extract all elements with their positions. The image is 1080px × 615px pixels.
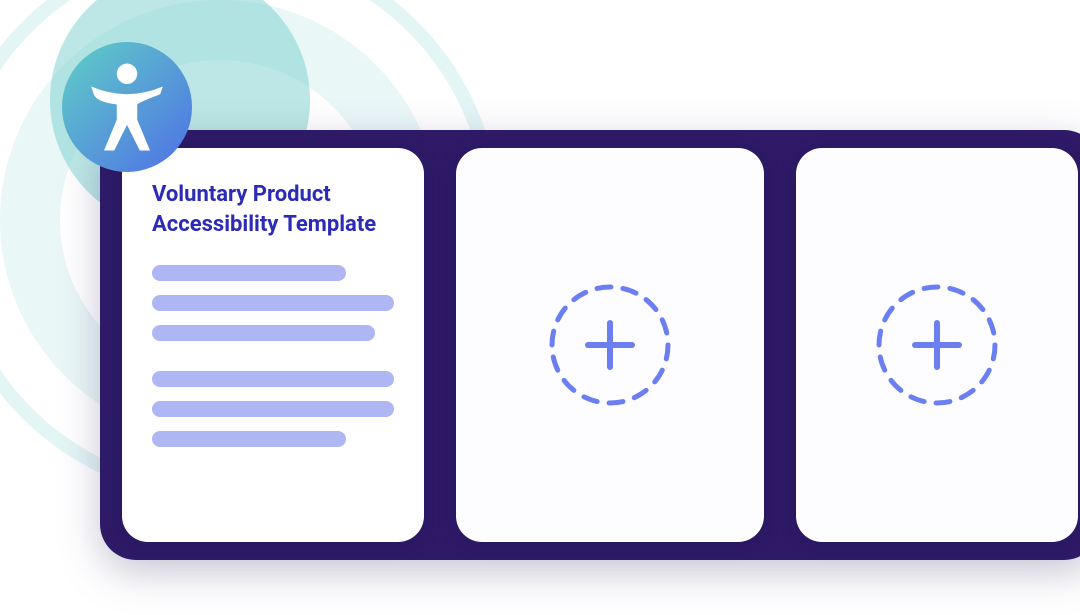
accessibility-badge xyxy=(62,42,192,172)
add-placeholder[interactable] xyxy=(871,279,1003,411)
panel-segment-main: Voluntary Product Accessibility Template xyxy=(100,130,440,560)
template-card-empty-2[interactable] xyxy=(796,148,1078,542)
panel-segment-add-1 xyxy=(440,130,780,560)
placeholder-line xyxy=(152,295,394,311)
placeholder-line xyxy=(152,401,394,417)
template-card-title: Voluntary Product Accessibility Template xyxy=(152,180,394,239)
template-card-empty-1[interactable] xyxy=(456,148,764,542)
add-placeholder[interactable] xyxy=(544,279,676,411)
placeholder-lines xyxy=(152,265,394,447)
accessibility-icon xyxy=(86,61,168,153)
placeholder-line xyxy=(152,265,346,281)
add-icon xyxy=(871,279,1003,411)
placeholder-line xyxy=(152,325,375,341)
placeholder-line xyxy=(152,431,346,447)
placeholder-line xyxy=(152,371,394,387)
panel-strip: Voluntary Product Accessibility Template xyxy=(100,130,1080,560)
panel-segment-add-2 xyxy=(780,130,1080,560)
template-card-main[interactable]: Voluntary Product Accessibility Template xyxy=(122,148,424,542)
add-icon xyxy=(544,279,676,411)
